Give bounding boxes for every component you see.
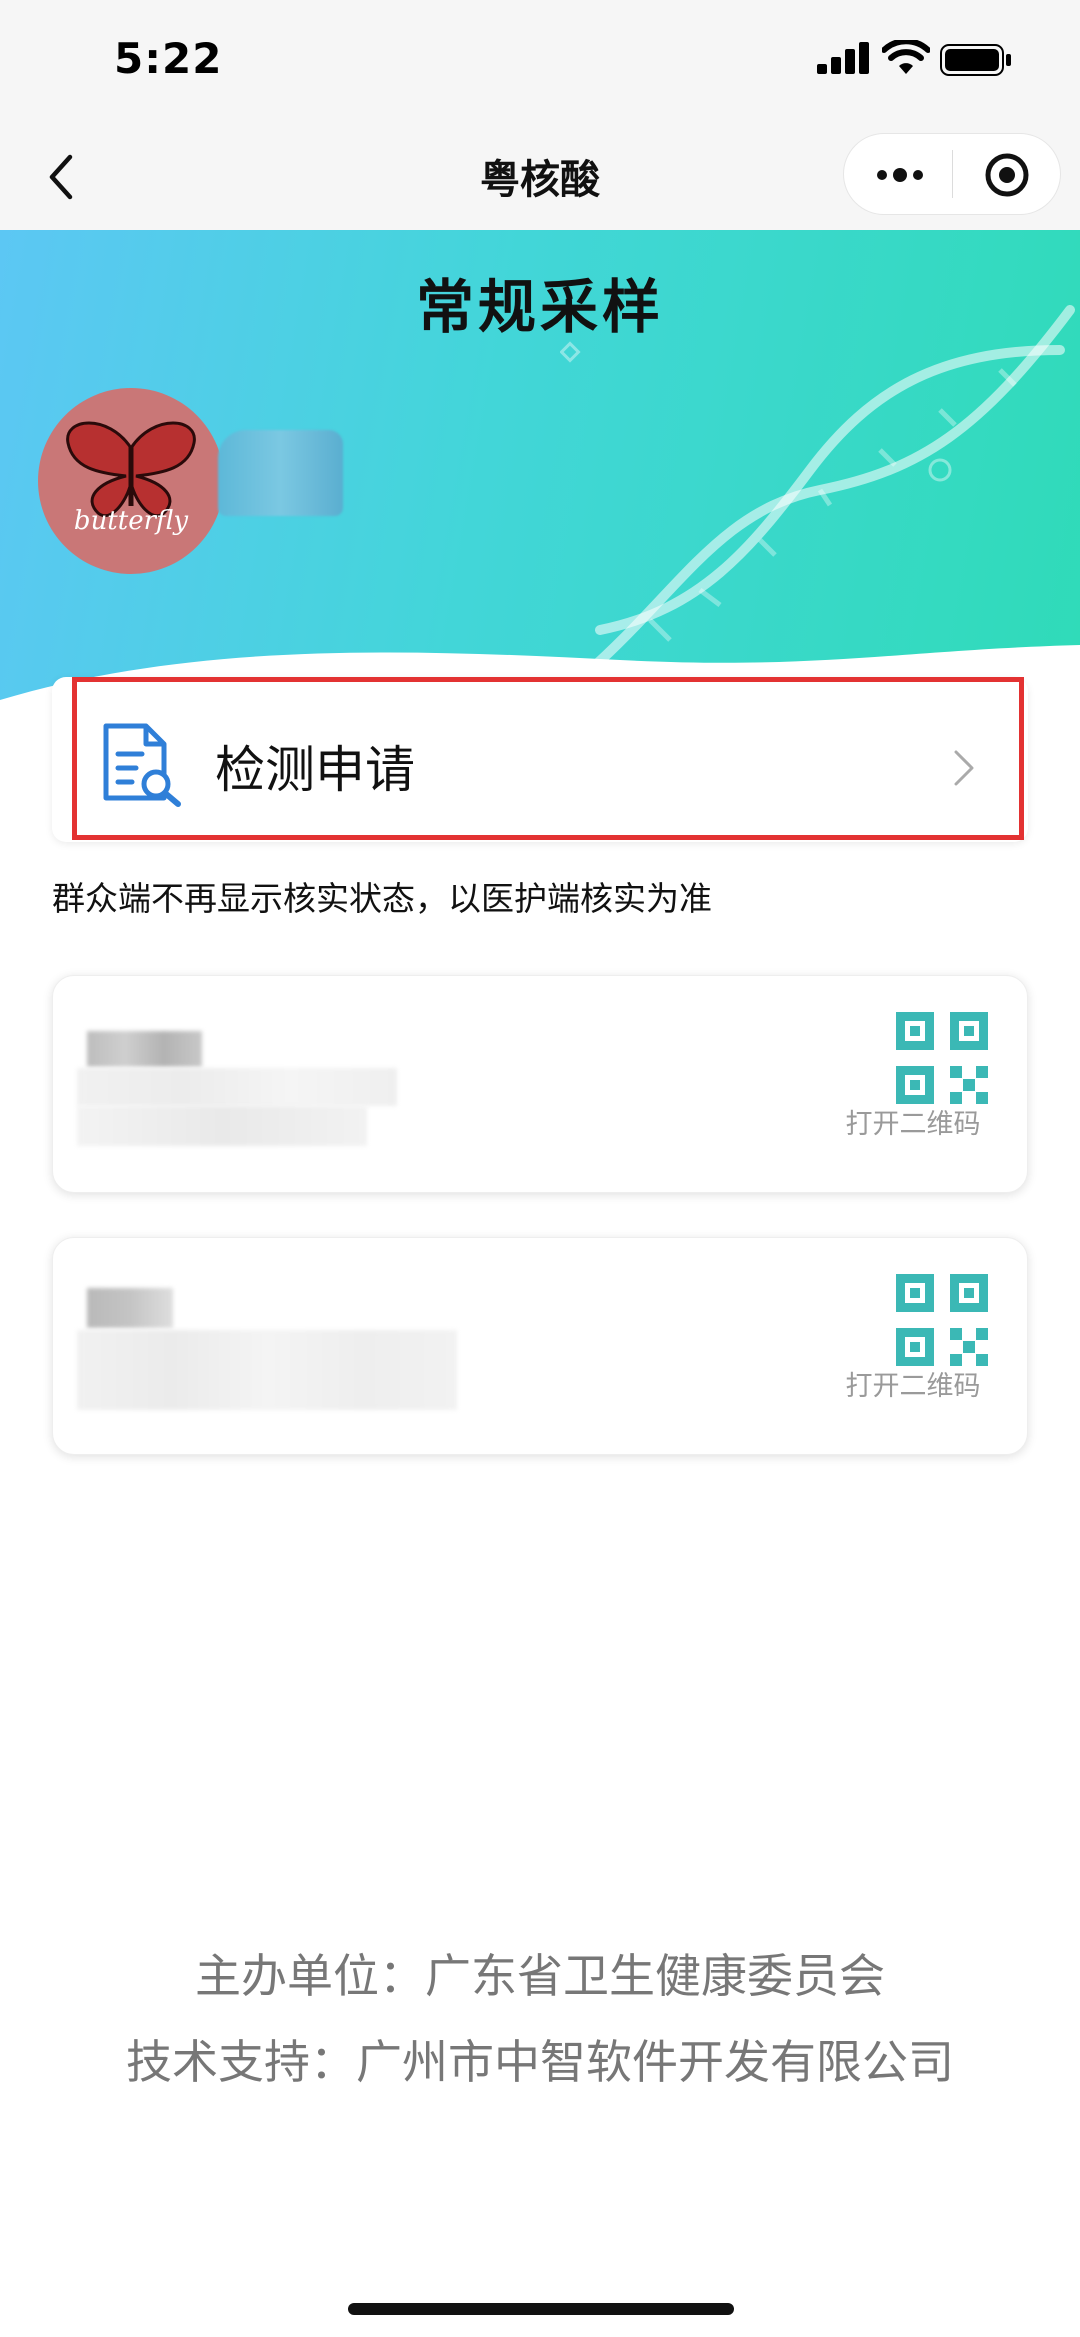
avatar-caption: butterfly: [73, 506, 189, 536]
redacted-record-info: [77, 1330, 457, 1410]
wifi-icon: [882, 40, 930, 74]
document-search-icon: [103, 723, 181, 807]
butterfly-icon: [66, 421, 196, 517]
footer-tech-support: 技术支持：广州市中智软件开发有限公司: [126, 2035, 954, 2089]
qr-code-icon: [896, 1012, 988, 1104]
avatar: butterfly: [38, 388, 224, 574]
cellular-signal-icon: [817, 42, 869, 74]
redacted-record-info: [77, 1106, 367, 1146]
close-target-icon[interactable]: [984, 152, 1030, 198]
sampling-record-card[interactable]: 打开二维码: [52, 1237, 1028, 1455]
redacted-user-name: [218, 430, 343, 516]
nav-bar: 粤核酸: [0, 125, 1080, 230]
capsule-divider: [952, 150, 953, 198]
chevron-right-icon: [954, 750, 974, 786]
qr-code-icon: [896, 1274, 988, 1366]
mini-program-capsule: [843, 133, 1061, 215]
verification-notice: 群众端不再显示核实状态，以医护端核实为准: [52, 879, 712, 918]
footer-organizer: 主办单位：广东省卫生健康委员会: [195, 1949, 885, 2003]
battery-icon: [940, 44, 1011, 76]
open-qr-code-button[interactable]: 打开二维码: [813, 1274, 1013, 1404]
open-qr-code-button[interactable]: 打开二维码: [813, 1012, 1013, 1142]
test-application-label: 检测申请: [215, 741, 415, 799]
redacted-record-info: [87, 1288, 173, 1328]
sampling-record-card[interactable]: 打开二维码: [52, 975, 1028, 1193]
home-indicator[interactable]: [348, 2303, 734, 2315]
open-qr-code-label: 打开二维码: [845, 1371, 981, 1402]
redacted-record-info: [87, 1031, 202, 1067]
redacted-record-info: [77, 1068, 397, 1106]
more-icon[interactable]: [874, 160, 926, 190]
status-time: 5:22: [114, 34, 223, 83]
open-qr-code-label: 打开二维码: [845, 1109, 981, 1140]
status-bar: 5:22: [0, 0, 1080, 125]
